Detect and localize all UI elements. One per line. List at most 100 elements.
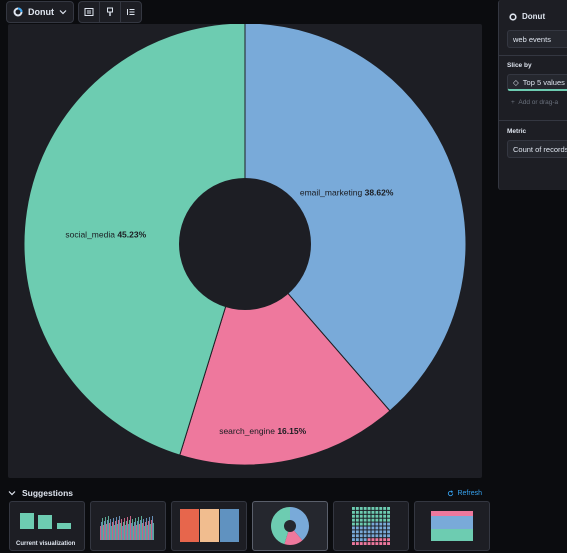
thumb-cell xyxy=(371,530,375,534)
metric-label: Metric xyxy=(507,128,527,135)
thumb-cell xyxy=(352,542,355,545)
donut-icon xyxy=(13,7,23,17)
thumb-cell xyxy=(359,514,363,518)
thumb-cell xyxy=(379,514,383,518)
thumb-bar xyxy=(105,517,106,540)
thumb-cell xyxy=(363,530,367,534)
thumb-cell xyxy=(367,538,371,542)
thumb-bar xyxy=(134,522,135,540)
thumb-bar xyxy=(120,523,121,540)
suggestions-title: Suggestions xyxy=(22,488,74,498)
thumb-cell xyxy=(379,522,383,526)
suggestions-toggle[interactable]: Suggestions xyxy=(8,488,73,498)
thumb-cell xyxy=(387,507,390,510)
thumb-bar xyxy=(112,522,113,540)
thumb-bar xyxy=(152,516,153,540)
thumb-cell xyxy=(352,510,355,514)
thumb-cell xyxy=(375,538,379,542)
thumb-cell xyxy=(359,518,363,522)
thumb-bar xyxy=(123,522,124,540)
thumb-cell xyxy=(359,522,363,526)
thumb-cell xyxy=(375,542,379,545)
thumb-cell xyxy=(375,510,379,514)
frame-icon xyxy=(84,8,94,16)
suggestion-histogram[interactable] xyxy=(90,501,166,551)
thumb-cell xyxy=(363,507,367,510)
treemap-thumbnail xyxy=(180,509,239,542)
thumb-cell xyxy=(375,514,379,518)
add-dimension-button[interactable]: + Add or drag-a xyxy=(511,99,558,106)
current-visualization-caption: Current visualization xyxy=(16,541,76,547)
thumb-bar xyxy=(106,524,107,540)
thumb-cell xyxy=(363,534,367,538)
values-settings-button[interactable] xyxy=(99,2,120,22)
thumb-bar xyxy=(129,520,130,540)
thumb-bar xyxy=(136,525,137,540)
slice-by-dimension[interactable]: ◇ Top 5 values o xyxy=(507,74,567,91)
suggestion-treemap[interactable] xyxy=(171,501,247,551)
chart-type-switcher[interactable]: Donut xyxy=(6,1,74,23)
thumb-cell xyxy=(355,522,359,526)
donut-chart[interactable]: email_marketing 38.62% search_engine 16.1… xyxy=(8,24,482,478)
thumb-cell xyxy=(383,507,387,510)
thumb-bar xyxy=(121,519,122,540)
refresh-link[interactable]: Refresh xyxy=(447,490,482,497)
thumb-cell xyxy=(387,542,390,545)
thumb-cell xyxy=(367,522,371,526)
thumb-cell xyxy=(367,510,371,514)
thumb-cell xyxy=(371,542,375,545)
thumb-bar xyxy=(142,523,143,540)
thumb-bar xyxy=(147,525,148,540)
legend-settings-button[interactable] xyxy=(120,2,141,22)
thumb-cell xyxy=(371,507,375,510)
thumb-bar xyxy=(113,518,114,540)
thumb-bar xyxy=(148,521,149,540)
suggestion-current-visualization[interactable]: Current visualization xyxy=(9,501,85,551)
thumb-cell xyxy=(359,542,363,545)
thumb-cell xyxy=(383,514,387,518)
thumb-cell xyxy=(363,538,367,542)
panel-title: Donut xyxy=(509,12,545,21)
thumb-bar xyxy=(124,518,125,540)
histogram-thumbnail xyxy=(100,516,154,540)
metric-dimension[interactable]: Count of records xyxy=(507,140,567,158)
add-dimension-label: Add or drag-a xyxy=(518,99,559,106)
thumb-cell xyxy=(352,534,355,538)
thumb-cell xyxy=(352,530,355,534)
refresh-label: Refresh xyxy=(457,489,482,497)
slice-label-email-marketing: email_marketing 38.62% xyxy=(300,187,394,197)
thumb-bar xyxy=(135,518,136,540)
thumb-bar xyxy=(114,525,115,540)
thumb-bar xyxy=(125,525,126,540)
thumb-bar xyxy=(117,524,118,540)
thumb-cell xyxy=(379,510,383,514)
thumb-cell xyxy=(352,514,355,518)
thumb-bar xyxy=(132,519,133,540)
thumb-bar xyxy=(111,526,112,540)
thumb-cell xyxy=(352,507,355,510)
thumb-cell xyxy=(352,518,355,522)
thumb-cell xyxy=(383,510,387,514)
thumb-bar xyxy=(128,524,129,540)
suggestion-waffle[interactable] xyxy=(333,501,409,551)
toolbar: Donut xyxy=(6,1,142,23)
waffle-thumbnail xyxy=(352,507,390,545)
data-view-select[interactable]: web events xyxy=(507,30,567,48)
thumb-cell xyxy=(375,522,379,526)
thumb-cell xyxy=(371,522,375,526)
chart-settings-group xyxy=(78,1,142,23)
thumb-cell xyxy=(355,534,359,538)
thumb-bar xyxy=(109,523,110,540)
suggestions-header: Suggestions Refresh xyxy=(8,486,482,500)
thumb-cell xyxy=(383,522,387,526)
thumb-bar xyxy=(102,518,103,540)
suggestion-donut[interactable] xyxy=(252,501,328,551)
slice-label-social-media: social_media 45.23% xyxy=(65,229,146,239)
thumb-cell xyxy=(383,534,387,538)
refresh-icon xyxy=(448,489,454,496)
thumb-bar xyxy=(108,516,109,540)
labels-settings-button[interactable] xyxy=(79,2,99,22)
thumb-bar xyxy=(118,520,119,540)
suggestion-stacked-bar[interactable] xyxy=(414,501,490,551)
thumb-bar xyxy=(144,526,145,540)
